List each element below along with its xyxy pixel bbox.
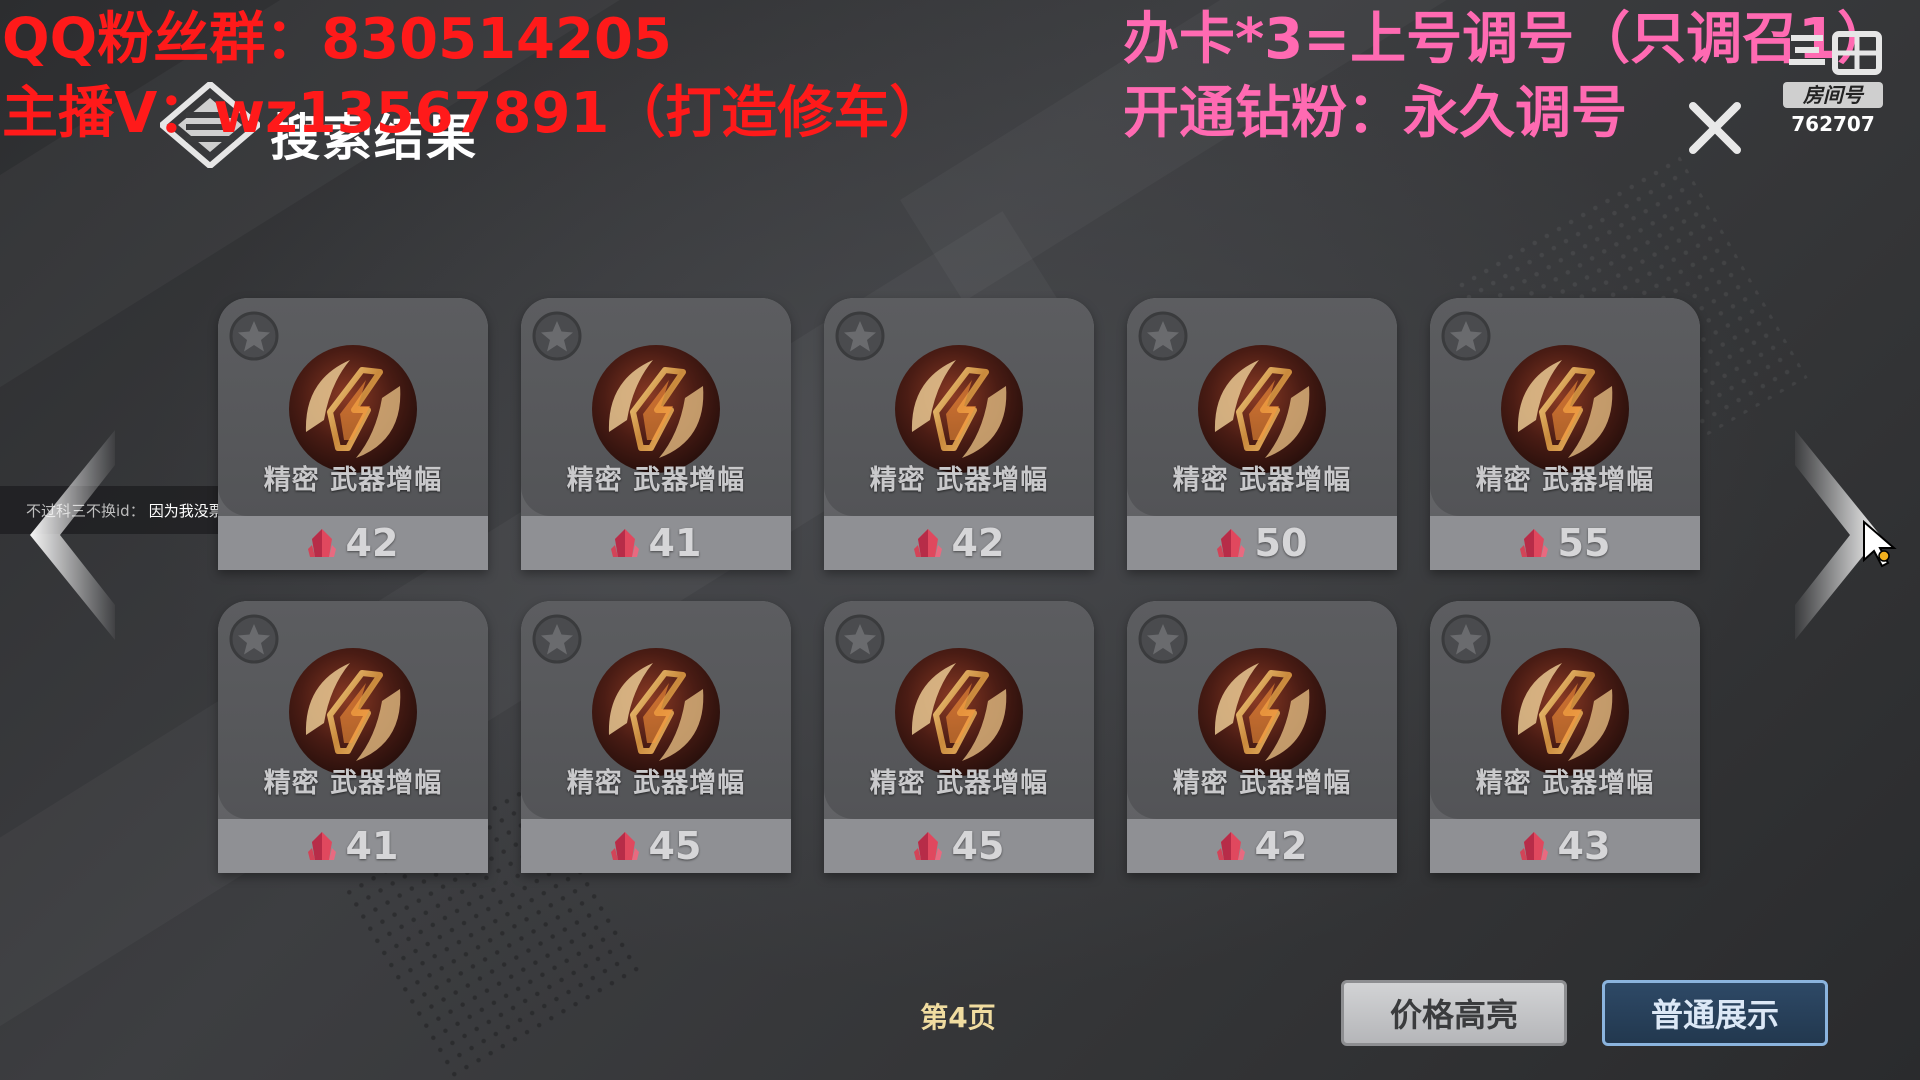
crystal-icon <box>913 830 942 862</box>
item-card[interactable]: 精密 武器增幅 42 <box>1127 601 1397 873</box>
price-row: 42 <box>218 520 488 566</box>
room-id: 762707 <box>1791 112 1875 136</box>
item-card[interactable]: 精密 武器增幅 43 <box>1430 601 1700 873</box>
price-row: 42 <box>1127 823 1397 869</box>
item-card[interactable]: 精密 武器增幅 41 <box>218 601 488 873</box>
item-price: 41 <box>345 824 399 868</box>
item-price: 45 <box>648 824 702 868</box>
item-price: 42 <box>1254 824 1308 868</box>
item-name: 精密 武器增幅 <box>1475 768 1655 799</box>
item-price: 42 <box>951 521 1005 565</box>
crystal-icon <box>307 527 336 559</box>
star-icon[interactable] <box>531 310 583 362</box>
price-row: 41 <box>521 520 791 566</box>
price-row: 41 <box>218 823 488 869</box>
item-name: 精密 武器增幅 <box>1172 465 1352 496</box>
star-icon[interactable] <box>531 613 583 665</box>
page-indicator: 第4页 <box>920 1001 996 1034</box>
star-icon[interactable] <box>1440 613 1492 665</box>
price-row: 55 <box>1430 520 1700 566</box>
star-icon[interactable] <box>1440 310 1492 362</box>
star-icon[interactable] <box>228 310 280 362</box>
normal-display-button[interactable]: 普通展示 <box>1602 980 1828 1046</box>
star-icon[interactable] <box>834 613 886 665</box>
crystal-icon <box>610 830 639 862</box>
item-name: 精密 武器增幅 <box>263 768 443 799</box>
price-row: 45 <box>824 823 1094 869</box>
item-card[interactable]: 精密 武器增幅 45 <box>521 601 791 873</box>
item-name: 精密 武器增幅 <box>566 768 746 799</box>
item-card[interactable]: 精密 武器增幅 50 <box>1127 298 1397 570</box>
item-name: 精密 武器增幅 <box>566 465 746 496</box>
item-price: 45 <box>951 824 1005 868</box>
item-card[interactable]: 精密 武器增幅 42 <box>218 298 488 570</box>
crystal-icon <box>1216 830 1245 862</box>
item-price: 43 <box>1557 824 1611 868</box>
chevron-left-icon[interactable] <box>20 420 130 650</box>
item-name: 精密 武器增幅 <box>869 465 1049 496</box>
item-card[interactable]: 精密 武器增幅 45 <box>824 601 1094 873</box>
price-highlight-button[interactable]: 价格高亮 <box>1341 980 1567 1046</box>
item-card[interactable]: 精密 武器增幅 42 <box>824 298 1094 570</box>
douyu-logo-icon <box>1789 31 1882 75</box>
search-results-grid: 精密 武器增幅 42 精密 武器增幅 41 精密 武器增幅 42 精密 武器增幅 50 精密 武… <box>218 298 1702 876</box>
item-card[interactable]: 精密 武器增幅 41 <box>521 298 791 570</box>
price-row: 43 <box>1430 823 1700 869</box>
item-name: 精密 武器增幅 <box>1172 768 1352 799</box>
crystal-icon <box>1519 527 1548 559</box>
star-icon[interactable] <box>228 613 280 665</box>
crystal-icon <box>913 527 942 559</box>
star-icon[interactable] <box>1137 613 1189 665</box>
mouse-cursor-icon <box>1863 520 1897 568</box>
item-name: 精密 武器增幅 <box>869 768 1049 799</box>
item-name: 精密 武器增幅 <box>1475 465 1655 496</box>
crystal-icon <box>1216 527 1245 559</box>
price-row: 45 <box>521 823 791 869</box>
room-label: 房间号 <box>1783 82 1883 108</box>
crystal-icon <box>1519 830 1548 862</box>
price-row: 42 <box>824 520 1094 566</box>
item-name: 精密 武器增幅 <box>263 465 443 496</box>
streamer-contact-overlay: 主播V：wz13567891（打造修车） <box>2 81 946 146</box>
price-row: 50 <box>1127 520 1397 566</box>
qq-group-overlay: QQ粉丝群：830514205 <box>2 7 672 72</box>
promo-overlay-line2: 开通钻粉：永久调号 <box>1123 81 1627 146</box>
star-icon[interactable] <box>1137 310 1189 362</box>
star-icon[interactable] <box>834 310 886 362</box>
item-price: 41 <box>648 521 702 565</box>
crystal-icon <box>610 527 639 559</box>
item-card[interactable]: 精密 武器增幅 55 <box>1430 298 1700 570</box>
item-price: 50 <box>1254 521 1308 565</box>
crystal-icon <box>307 830 336 862</box>
close-icon[interactable] <box>1683 96 1747 160</box>
item-price: 55 <box>1557 521 1611 565</box>
promo-overlay-line1: 办卡*3=上号调号（只调召1） <box>1123 7 1894 72</box>
item-price: 42 <box>345 521 399 565</box>
